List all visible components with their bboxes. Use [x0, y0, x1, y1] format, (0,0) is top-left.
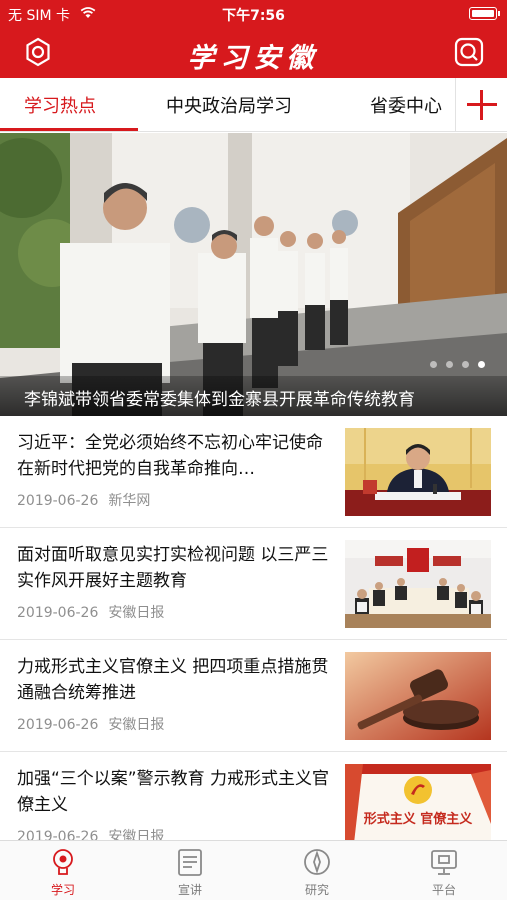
news-meta: 2019-06-26 新华网: [17, 490, 150, 510]
news-source: 安徽日报: [108, 717, 165, 733]
battery-icon: [469, 7, 500, 20]
status-time: 下午7:56: [222, 8, 285, 24]
category-tabs: 学习热点 中央政治局学习 省委中心: [0, 78, 507, 132]
banner-carousel[interactable]: 李锦斌带领省委常委集体到金寨县开展革命传统教育: [0, 133, 507, 416]
active-tab-indicator: [0, 128, 138, 131]
monitor-icon: [431, 850, 457, 875]
status-bar: 无 SIM 卡 下午7:56: [0, 0, 507, 26]
news-thumbnail: [345, 540, 491, 628]
tabbar-label: 研究: [304, 883, 329, 897]
news-item[interactable]: 面对面听取意见实打实检视问题 以三严三实作风开展好主题教育 2019-06-26…: [0, 528, 507, 640]
news-title: 习近平：全党必须始终不忘初心牢记使命 在新时代把党的自我革命推向…: [17, 433, 323, 479]
banner-image: [0, 133, 507, 416]
news-title: 面对面听取意见实打实检视问题 以三严三实作风开展好主题教育: [17, 545, 329, 591]
thumbnail-caption: 形式主义 官僚主义: [363, 812, 473, 827]
news-source: 新华网: [108, 493, 151, 509]
tabbar-item-lecture[interactable]: 宣讲: [127, 841, 253, 900]
document-icon: [178, 849, 202, 876]
tabbar-item-research[interactable]: 研究: [254, 841, 380, 900]
news-thumbnail: [345, 652, 491, 740]
carousel-dot[interactable]: [446, 361, 453, 368]
tabbar-label: 平台: [431, 883, 456, 897]
banner-caption: 李锦斌带领省委常委集体到金寨县开展革命传统教育: [24, 390, 415, 410]
news-item[interactable]: 习近平：全党必须始终不忘初心牢记使命 在新时代把党的自我革命推向… 2019-0…: [0, 416, 507, 528]
tabbar-label: 学习: [50, 883, 75, 897]
news-date: 2019-06-26: [17, 493, 99, 509]
news-title: 力戒形式主义官僚主义 把四项重点措施贯通融合统筹推进: [17, 657, 329, 703]
carousel-dot[interactable]: [462, 361, 469, 368]
bottom-tab-bar: 学习 宣讲 研究 平台: [0, 840, 507, 900]
news-date: 2019-06-26: [17, 605, 99, 621]
news-thumbnail: [345, 428, 491, 516]
news-title: 加强“三个以案”警示教育 力戒形式主义官僚主义: [17, 769, 330, 815]
tabbar-item-study[interactable]: 学习: [0, 841, 126, 900]
app-title: 学习安徽: [187, 43, 320, 74]
news-meta: 2019-06-26 安徽日报: [17, 714, 164, 734]
search-icon[interactable]: [453, 36, 485, 68]
news-source: 安徽日报: [108, 605, 165, 621]
carousel-dot[interactable]: [430, 361, 437, 368]
news-date: 2019-06-26: [17, 717, 99, 733]
nav-bar: 学习安徽: [0, 26, 507, 78]
study-icon: [53, 849, 73, 875]
tabbar-label: 宣讲: [177, 883, 202, 897]
carousel-dots: [430, 361, 485, 368]
tab-study-hotspot[interactable]: 学习热点: [24, 92, 96, 118]
tab-provincial-center[interactable]: 省委中心: [370, 92, 442, 118]
tabbar-item-platform[interactable]: 平台: [381, 841, 507, 900]
tab-politburo-study[interactable]: 中央政治局学习: [166, 92, 292, 118]
news-item[interactable]: 力戒形式主义官僚主义 把四项重点措施贯通融合统筹推进 2019-06-26 安徽日…: [0, 640, 507, 752]
carousel-dot-active[interactable]: [478, 361, 485, 368]
compass-icon: [304, 849, 330, 875]
app-header: 无 SIM 卡 下午7:56 学习安徽: [0, 0, 507, 78]
news-meta: 2019-06-26 安徽日报: [17, 602, 164, 622]
plus-icon[interactable]: [455, 78, 507, 131]
news-thumbnail: 形式主义 官僚主义: [345, 764, 491, 852]
